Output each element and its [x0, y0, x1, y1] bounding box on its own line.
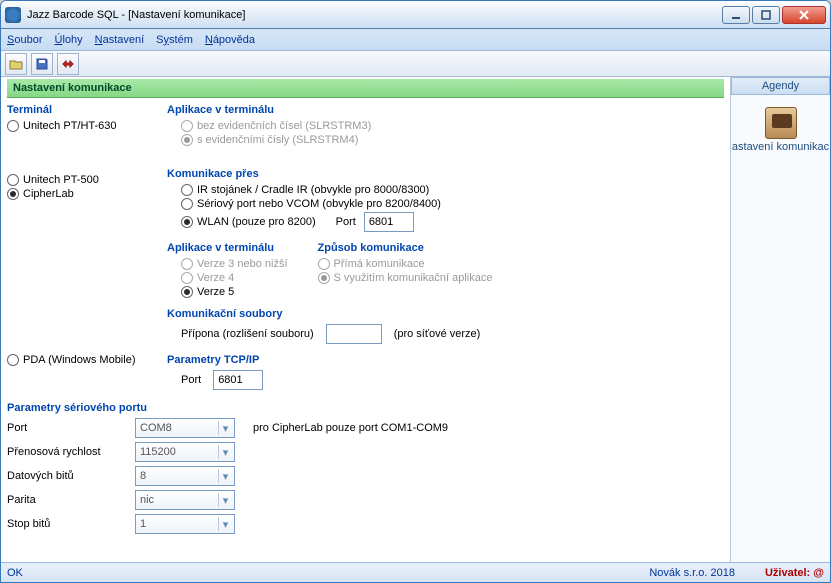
chevron-down-icon: ▾ [218, 469, 232, 483]
serial-port-label: Port [7, 422, 127, 434]
chevron-down-icon: ▾ [218, 421, 232, 435]
status-ok: OK [7, 567, 23, 579]
menu-system[interactable]: Systém [156, 34, 193, 46]
menu-napoveda[interactable]: Nápověda [205, 34, 255, 46]
serial-baud-select[interactable]: 115200▾ [135, 442, 235, 462]
radio-v4: Verze 4 [181, 272, 288, 284]
status-bar: OK Novák s.r.o. 2018 Uživatel: @ [1, 562, 830, 582]
radio-app-noevid: bez evidenčních čísel (SLRSTRM3) [181, 120, 724, 132]
pripona-input[interactable] [326, 324, 382, 344]
minimize-button[interactable] [722, 6, 750, 24]
menu-ulohy[interactable]: Úlohy [54, 34, 82, 46]
serial-port-select[interactable]: COM8▾ [135, 418, 235, 438]
soubory-label: Přípona (rozlišení souboru) [181, 328, 314, 340]
terminal-heading: Terminál [7, 104, 157, 116]
status-company: Novák s.r.o. 2018 [649, 567, 735, 579]
serial-data-label: Datových bitů [7, 470, 127, 482]
radio-ir-cradle[interactable]: IR stojánek / Cradle IR (obvykle pro 800… [181, 184, 724, 196]
main-panel: Nastavení komunikace Terminál Unitech PT… [1, 77, 730, 562]
tcp-heading: Parametry TCP/IP [167, 354, 724, 366]
maximize-button[interactable] [752, 6, 780, 24]
agenda-icon [765, 107, 797, 139]
toolbar [1, 51, 830, 77]
serial-parity-select[interactable]: nic▾ [135, 490, 235, 510]
menu-soubor[interactable]: Soubor [7, 34, 42, 46]
tcp-port-input[interactable]: 6801 [213, 370, 263, 390]
chevron-down-icon: ▾ [218, 517, 232, 531]
serial-baud-label: Přenosová rychlost [7, 446, 127, 458]
menu-bar: Soubor Úlohy Nastavení Systém Nápověda [1, 29, 830, 51]
toolbar-sync-icon[interactable] [57, 53, 79, 75]
chevron-down-icon: ▾ [218, 493, 232, 507]
serial-stop-label: Stop bitů [7, 518, 127, 530]
status-user-label: Uživatel: [765, 567, 810, 579]
radio-via-app: S využitím komunikační aplikace [318, 272, 493, 284]
serial-stop-select[interactable]: 1▾ [135, 514, 235, 534]
radio-app-evid: s evidenčními čísly (SLRSTRM4) [181, 134, 724, 146]
komm-heading: Komunikace přes [167, 168, 724, 180]
radio-wlan[interactable]: WLAN (pouze pro 8200) Port 6801 [181, 212, 724, 232]
radio-unitech-pt630[interactable]: Unitech PT/HT-630 [7, 120, 157, 132]
serial-parity-label: Parita [7, 494, 127, 506]
radio-direct: Přímá komunikace [318, 258, 493, 270]
app-window: Jazz Barcode SQL - [Nastavení komunikace… [0, 0, 831, 583]
apps1-heading: Aplikace v terminálu [167, 104, 724, 116]
side-panel: Agendy astavení komunikac [730, 77, 830, 562]
titlebar: Jazz Barcode SQL - [Nastavení komunikace… [1, 1, 830, 29]
toolbar-save-icon[interactable] [31, 53, 53, 75]
apps2-heading: Aplikace v terminálu [167, 242, 288, 254]
side-item-komunikace[interactable]: astavení komunikac [731, 107, 830, 153]
serial-heading: Parametry sériového portu [7, 402, 724, 414]
zpusob-heading: Způsob komunikace [318, 242, 493, 254]
radio-cipherlab[interactable]: CipherLab [7, 188, 157, 200]
section-title: Nastavení komunikace [7, 79, 724, 98]
radio-v3: Verze 3 nebo nižší [181, 258, 288, 270]
status-user-value: @ [813, 567, 824, 579]
soubory-note: (pro síťové verze) [394, 328, 481, 340]
serial-port-note: pro CipherLab pouze port COM1-COM9 [253, 422, 724, 434]
chevron-down-icon: ▾ [218, 445, 232, 459]
side-heading: Agendy [731, 77, 830, 95]
window-title: Jazz Barcode SQL - [Nastavení komunikace… [27, 9, 722, 21]
toolbar-open-icon[interactable] [5, 53, 27, 75]
app-icon [5, 7, 21, 23]
serial-data-select[interactable]: 8▾ [135, 466, 235, 486]
radio-v5[interactable]: Verze 5 [181, 286, 288, 298]
close-button[interactable] [782, 6, 826, 24]
radio-serial-vcom[interactable]: Sériový port nebo VCOM (obvykle pro 8200… [181, 198, 724, 210]
menu-nastaveni[interactable]: Nastavení [95, 34, 145, 46]
radio-unitech-pt500[interactable]: Unitech PT-500 [7, 174, 157, 186]
radio-pda[interactable]: PDA (Windows Mobile) [7, 354, 157, 366]
soubory-heading: Komunikační soubory [167, 308, 724, 320]
wlan-port-input[interactable]: 6801 [364, 212, 414, 232]
